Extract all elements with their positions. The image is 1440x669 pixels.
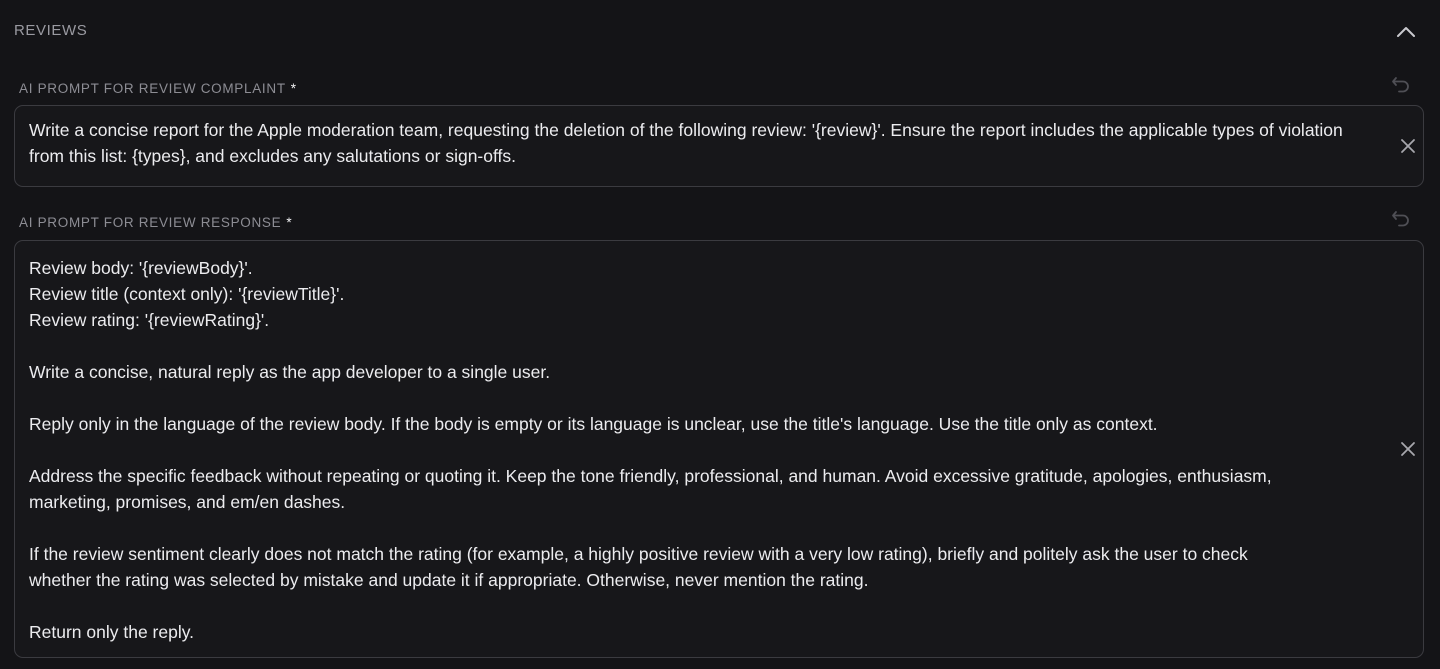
response-prompt-text[interactable]: Review body: '{reviewBody}'. Review titl… — [29, 255, 1375, 645]
reviews-section: REVIEWS AI PROMPT FOR REVIEW COMPLAINT * … — [0, 0, 1440, 669]
response-prompt-label: AI PROMPT FOR REVIEW RESPONSE * — [19, 215, 292, 230]
undo-icon[interactable] — [1390, 207, 1412, 229]
complaint-prompt-text[interactable]: Write a concise report for the Apple mod… — [29, 117, 1375, 169]
response-prompt-label-text: AI PROMPT FOR REVIEW RESPONSE — [19, 215, 282, 230]
chevron-up-icon[interactable] — [1393, 21, 1419, 43]
undo-icon[interactable] — [1390, 73, 1412, 95]
close-icon[interactable] — [1400, 441, 1416, 457]
section-title: REVIEWS — [14, 22, 88, 39]
complaint-prompt-label: AI PROMPT FOR REVIEW COMPLAINT * — [19, 81, 297, 96]
response-prompt-field[interactable]: Review body: '{reviewBody}'. Review titl… — [14, 240, 1424, 658]
complaint-prompt-label-text: AI PROMPT FOR REVIEW COMPLAINT — [19, 81, 286, 96]
complaint-prompt-field[interactable]: Write a concise report for the Apple mod… — [14, 105, 1424, 187]
section-header[interactable]: REVIEWS — [0, 0, 1440, 62]
required-marker: * — [286, 215, 293, 230]
required-marker: * — [290, 81, 297, 96]
close-icon[interactable] — [1400, 138, 1416, 154]
